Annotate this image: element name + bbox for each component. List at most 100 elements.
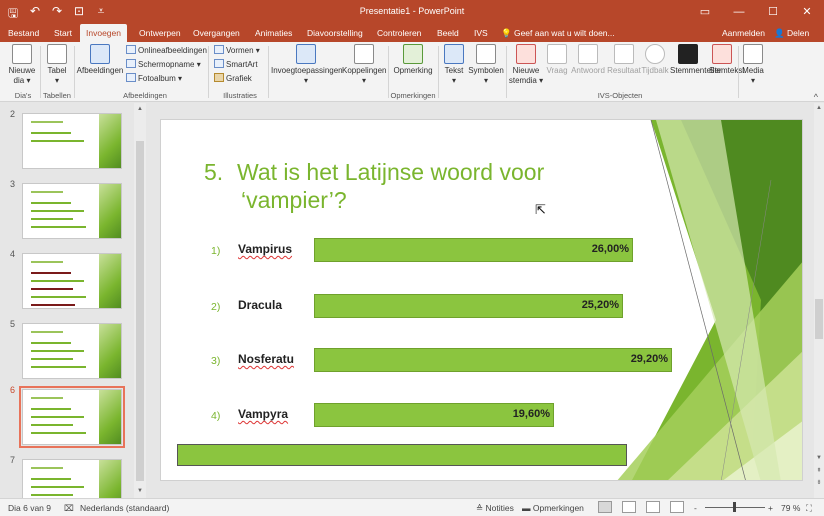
zoom-in-button[interactable]: + <box>768 503 773 513</box>
answer-row[interactable]: 3) Nosferatu 29,20% <box>161 348 802 372</box>
zoom-out-button[interactable]: - <box>694 503 697 513</box>
table-button[interactable]: Tabel ▾ <box>44 44 70 86</box>
new-slide-label: Nieuwe dia <box>8 66 36 85</box>
question-button[interactable]: Vraag <box>546 44 568 76</box>
media-button[interactable]: Media ▾ <box>740 44 766 86</box>
scroll-up-arrow-icon[interactable]: ▲ <box>815 105 823 111</box>
scrollbar-thumb[interactable] <box>136 141 144 481</box>
next-slide-icon[interactable]: ⇟ <box>815 479 823 486</box>
window-controls: ▭ — ☐ ✕ <box>688 0 824 24</box>
slide-thumbnail[interactable] <box>22 183 122 239</box>
slide-question-title: 5. Wat is het Latijnse woord voor ‘vampie… <box>204 158 624 214</box>
question-line-1: Wat is het Latijnse woord voor <box>237 159 545 185</box>
zoom-slider-thumb[interactable] <box>733 502 736 512</box>
result-button[interactable]: Resultaat <box>607 44 641 76</box>
photo-album-icon <box>126 73 136 82</box>
group-separator <box>506 46 507 98</box>
comments-button[interactable]: ▬ Opmerkingen <box>522 503 584 513</box>
links-button[interactable]: Koppelingen ▾ <box>342 44 386 86</box>
slide-sorter-view-button[interactable] <box>622 501 636 513</box>
notes-icon: ≙ <box>476 503 484 513</box>
slide-vertical-scrollbar[interactable]: ▲ ▼ ⇞ ⇟ <box>814 103 824 498</box>
fit-slide-icon[interactable]: ⛶ <box>806 503 812 514</box>
chart-button[interactable]: Grafiek <box>214 73 252 83</box>
screenshot-button[interactable]: Schermopname ▾ <box>126 59 201 69</box>
slide-thumbnail[interactable] <box>22 253 122 309</box>
thumbnail-bar <box>31 226 86 228</box>
comments-icon: ▬ <box>522 503 531 513</box>
normal-view-button[interactable] <box>598 501 612 513</box>
online-images-button[interactable]: Onlineafbeeldingen <box>126 45 207 55</box>
text-button[interactable]: Tekst ▾ <box>441 44 467 86</box>
slide-thumbnail[interactable] <box>19 386 125 448</box>
collapse-ribbon-icon[interactable]: ^ <box>814 92 818 102</box>
lightbulb-icon: 💡 <box>501 28 512 38</box>
new-slide-button[interactable]: Nieuwe dia ▾ <box>6 44 38 86</box>
thumbnail-scrollbar[interactable]: ▲ ▼ <box>134 103 146 498</box>
thumbnail-bar <box>31 280 84 282</box>
current-slide[interactable]: 5. Wat is het Latijnse woord voor ‘vampie… <box>160 119 803 481</box>
tab-overgangen[interactable]: Overgangen <box>193 24 240 42</box>
tab-diavoorstelling[interactable]: Diavoorstelling <box>307 24 363 42</box>
spelling-icon[interactable]: ⌧ <box>64 503 74 514</box>
timer-icon <box>645 44 665 64</box>
thumbnail-bar <box>31 288 73 290</box>
answer-label: Vampirus <box>238 242 293 256</box>
addins-button[interactable]: Invoegtoepassingen ▾ <box>271 44 343 86</box>
symbols-button[interactable]: Symbolen ▾ <box>468 44 504 86</box>
slideshow-view-button[interactable] <box>670 501 684 513</box>
ribbon-display-options-icon[interactable]: ▭ <box>688 0 722 24</box>
answer-index: 2) <box>211 301 221 313</box>
scroll-down-arrow-icon[interactable]: ▼ <box>815 455 823 461</box>
tab-invoegen[interactable]: Invoegen <box>80 24 127 42</box>
answer-label: Nosferatu <box>238 352 295 366</box>
slide-thumbnail[interactable] <box>22 113 122 169</box>
slide-thumbnail[interactable] <box>22 323 122 379</box>
previous-slide-icon[interactable]: ⇞ <box>815 467 823 474</box>
tab-bestand[interactable]: Bestand <box>8 24 39 42</box>
new-slide-icon <box>12 44 32 64</box>
thumbnail-bar <box>31 350 84 352</box>
answer-row[interactable]: 2) Dracula 25,20% <box>161 294 802 318</box>
new-question-slide-button[interactable]: Nieuwe stemdia ▾ <box>508 44 544 86</box>
thumbnail-title-line <box>31 261 63 263</box>
tab-beeld[interactable]: Beeld <box>437 24 459 42</box>
vote-counter-button[interactable]: Stemmenteller <box>670 44 722 76</box>
scrollbar-thumb[interactable] <box>815 299 823 339</box>
share-button[interactable]: 👤 Delen <box>774 24 809 42</box>
tab-start[interactable]: Start <box>54 24 72 42</box>
scroll-down-arrow-icon[interactable]: ▼ <box>136 487 144 495</box>
signin-link[interactable]: Aanmelden <box>722 24 765 42</box>
tab-animaties[interactable]: Animaties <box>255 24 292 42</box>
counter-icon <box>678 44 698 64</box>
tab-ivs[interactable]: IVS <box>474 24 488 42</box>
notes-button[interactable]: ≙ Notities <box>476 503 514 514</box>
vote-text-button[interactable]: Stemtekst <box>709 44 745 76</box>
scroll-up-arrow-icon[interactable]: ▲ <box>136 105 144 113</box>
timer-button[interactable]: Tijdbalk <box>641 44 669 76</box>
close-button[interactable]: ✕ <box>790 0 824 24</box>
answer-row[interactable]: 1) Vampirus 26,00% <box>161 238 802 262</box>
smartart-button[interactable]: SmartArt <box>214 59 258 69</box>
shapes-button[interactable]: Vormen ▾ <box>214 45 260 55</box>
images-button[interactable]: Afbeeldingen <box>76 44 124 76</box>
language-indicator[interactable]: Nederlands (standaard) <box>80 503 169 513</box>
countdown-bar[interactable] <box>177 444 627 466</box>
answer-row[interactable]: 4) Vampyra 19,60% <box>161 403 802 427</box>
photo-album-button[interactable]: Fotoalbum ▾ <box>126 73 182 83</box>
share-label: Delen <box>786 28 810 38</box>
notes-label: Notities <box>485 503 514 513</box>
answer-button[interactable]: Antwoord <box>570 44 606 76</box>
group-separator <box>74 46 75 98</box>
screenshot-icon <box>126 59 136 68</box>
maximize-button[interactable]: ☐ <box>756 0 790 24</box>
reading-view-button[interactable] <box>646 501 660 513</box>
group-label-images: Afbeeldingen <box>123 91 167 100</box>
answer-index: 4) <box>211 410 221 422</box>
tell-me-box[interactable]: 💡 Geef aan wat u wilt doen... <box>501 24 615 42</box>
minimize-button[interactable]: — <box>722 0 756 24</box>
zoom-level[interactable]: 79 % <box>781 503 800 513</box>
tab-controleren[interactable]: Controleren <box>377 24 421 42</box>
comment-button[interactable]: Opmerking <box>392 44 434 76</box>
tab-ontwerpen[interactable]: Ontwerpen <box>139 24 181 42</box>
